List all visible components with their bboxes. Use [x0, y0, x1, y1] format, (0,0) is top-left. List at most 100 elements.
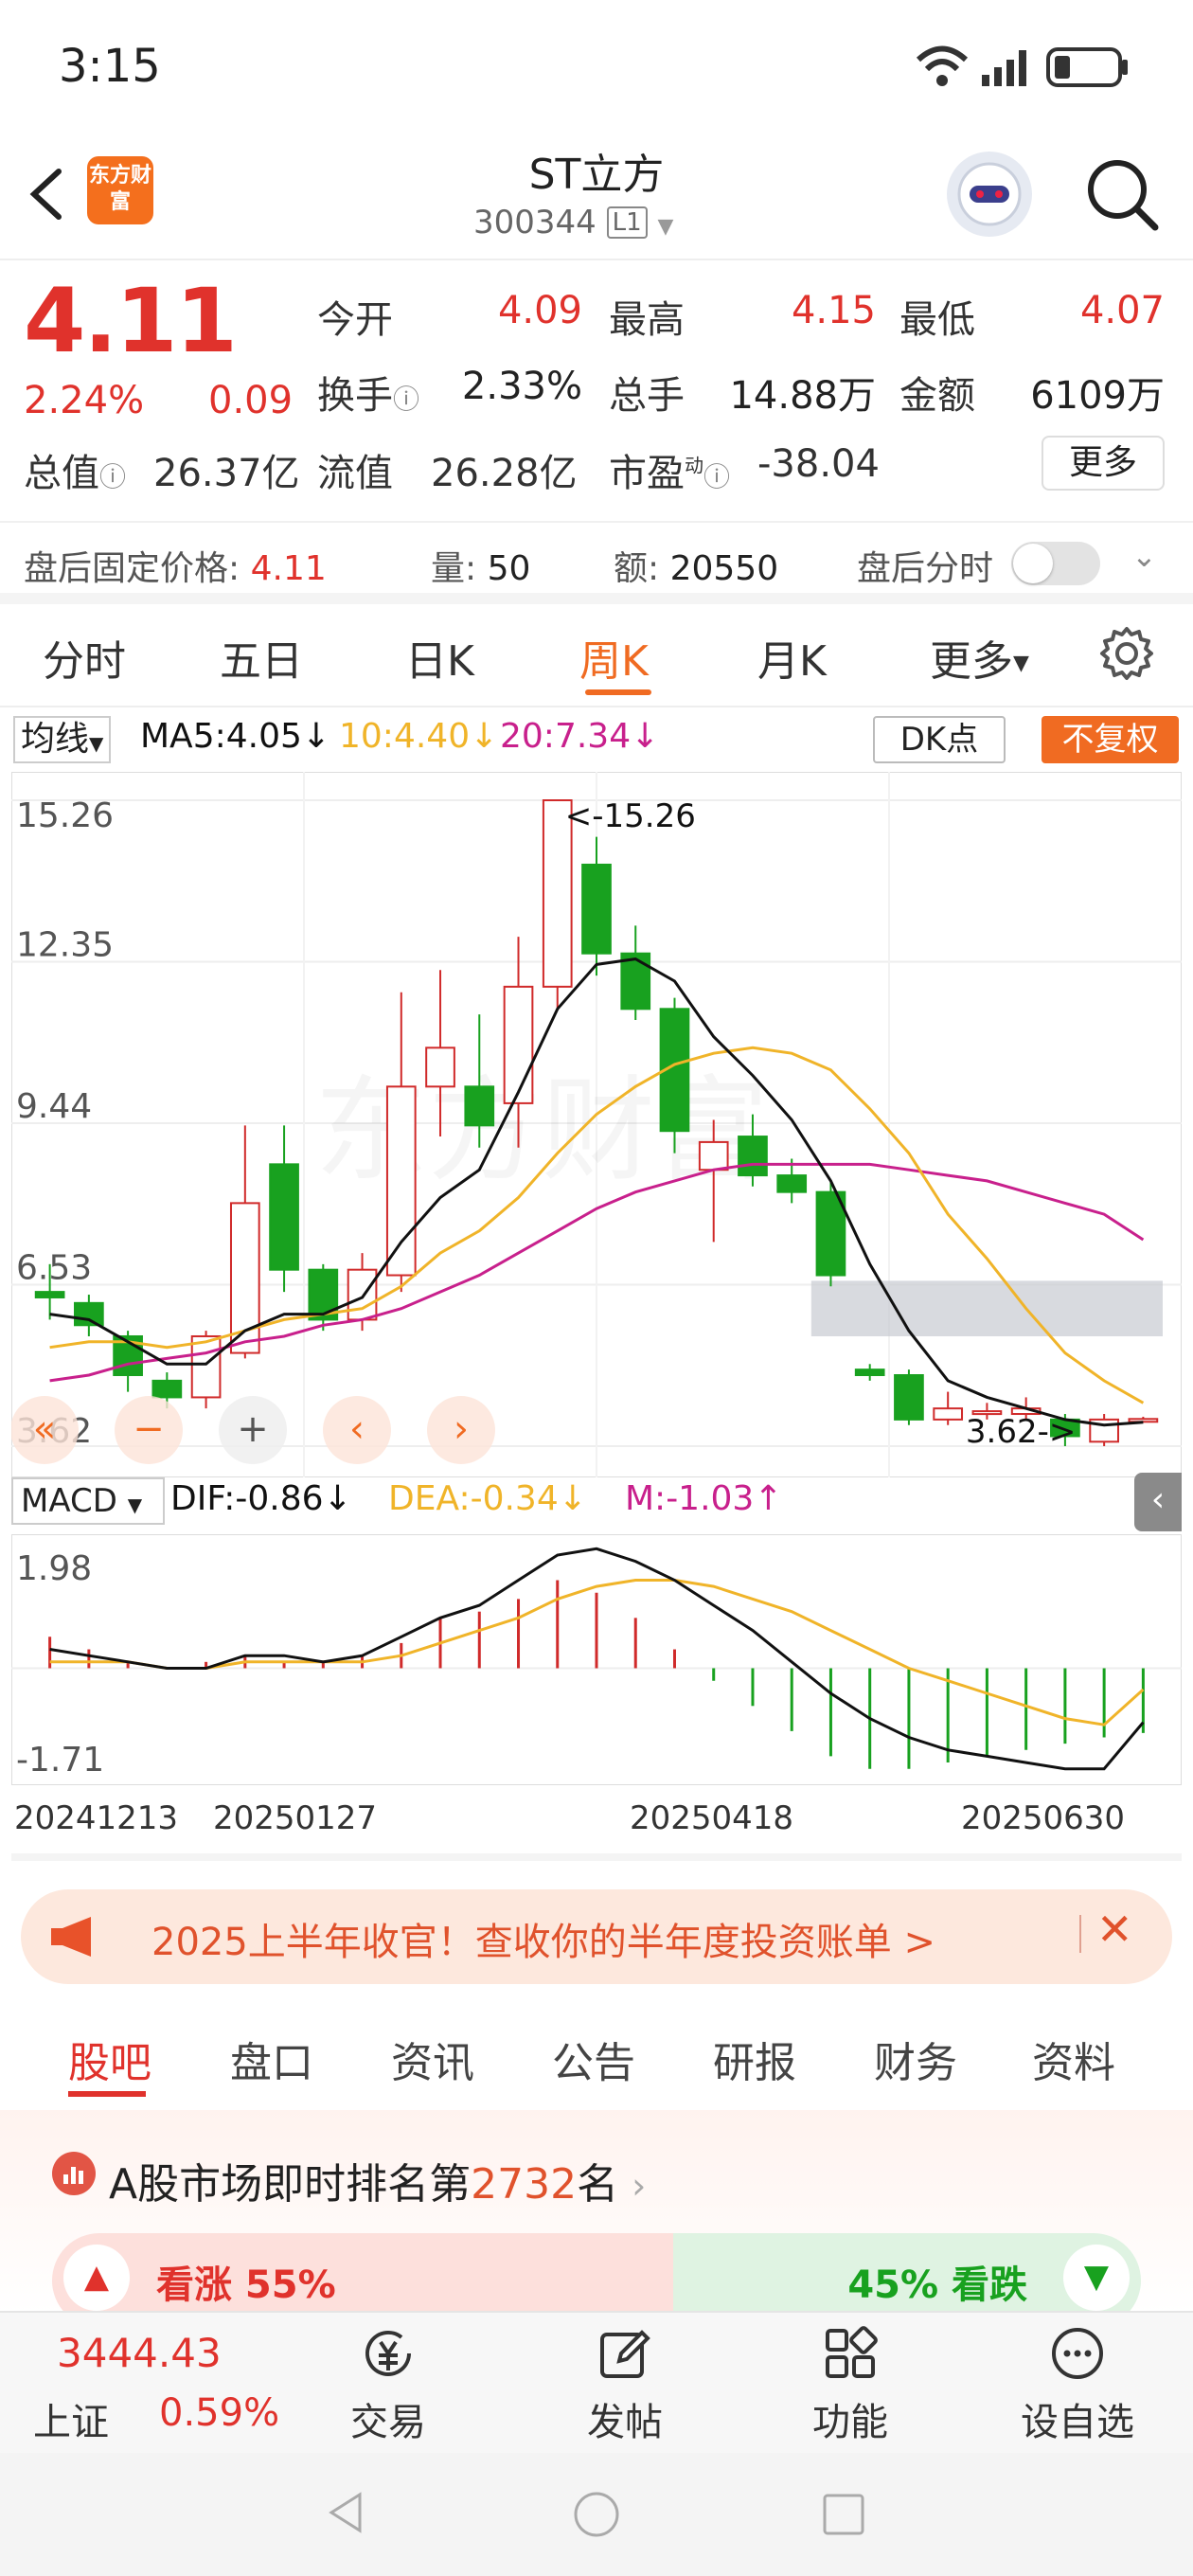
- open-value: 4.09: [497, 289, 582, 332]
- more-dots-icon[interactable]: [1049, 2325, 1106, 2382]
- tab-more-label: 更多: [930, 637, 1013, 686]
- search-icon[interactable]: [1079, 152, 1165, 237]
- system-recents-icon[interactable]: [820, 2491, 867, 2538]
- ma-selector-label: 均线: [21, 720, 90, 759]
- vote-down-button[interactable]: ▼: [1063, 2245, 1130, 2311]
- divider: [0, 706, 1193, 707]
- tab-day-k[interactable]: 日K: [405, 627, 474, 688]
- chart-overlay-button[interactable]: ›: [427, 1396, 495, 1464]
- kline-chart[interactable]: 东方财富 15.2612.359.446.533.62 <-15.26 3.62…: [11, 772, 1182, 1477]
- functions-grid-icon[interactable]: [822, 2325, 879, 2382]
- info-icon: ⓘ: [99, 461, 127, 492]
- more-button[interactable]: 更多: [1042, 436, 1165, 491]
- after-hours-toggle[interactable]: [1011, 542, 1100, 585]
- tab-timeshare[interactable]: 分时: [43, 627, 126, 688]
- dropdown-triangle-icon: ▼: [89, 732, 104, 755]
- tab-forum[interactable]: 股吧: [68, 2029, 151, 2089]
- index-name[interactable]: 上证: [33, 2391, 109, 2446]
- chevron-down-icon[interactable]: ⌄: [1131, 538, 1157, 574]
- nav-functions[interactable]: 功能: [793, 2391, 907, 2446]
- after-hours-amount: 额: 20550: [614, 541, 778, 590]
- macd-y-max: 1.98: [16, 1549, 92, 1588]
- ma-selector[interactable]: 均线▼: [13, 716, 112, 763]
- after-hours-volume: 量: 50: [431, 541, 530, 590]
- chart-overlay-button[interactable]: +: [219, 1396, 287, 1464]
- vote-down-label: 45% 看跌: [847, 2263, 1027, 2307]
- change-amount: 0.09: [208, 379, 294, 422]
- float-value: 26.28亿: [431, 452, 578, 495]
- collapse-panel-button[interactable]: ‹: [1134, 1473, 1182, 1531]
- settings-gear-icon[interactable]: [1098, 625, 1155, 682]
- high-label: 最高: [609, 298, 685, 342]
- tab-news[interactable]: 资讯: [391, 2029, 474, 2089]
- market-level-badge: L1: [606, 206, 648, 239]
- tab-profile[interactable]: 资料: [1032, 2029, 1115, 2089]
- close-icon[interactable]: ✕: [1096, 1904, 1133, 1955]
- index-value[interactable]: 3444.43: [57, 2330, 222, 2376]
- total-value: 26.37亿: [153, 452, 300, 495]
- macd-selector[interactable]: MACD ▼: [11, 1477, 165, 1525]
- system-home-icon[interactable]: [571, 2489, 622, 2540]
- rank-chart-icon: [52, 2152, 96, 2195]
- ma5-legend: MA5:4.05↓: [140, 717, 331, 756]
- candle-up: [698, 1140, 729, 1172]
- open-label: 今开: [317, 298, 393, 342]
- dk-point-button[interactable]: DK点: [873, 716, 1006, 763]
- x-label-1: 20241213: [14, 1799, 179, 1837]
- back-arrow-icon[interactable]: [21, 166, 78, 223]
- after-hours-amt-value: 20550: [669, 549, 779, 588]
- y-tick-label: 12.35: [16, 926, 114, 965]
- tab-finance[interactable]: 财务: [874, 2029, 957, 2089]
- low-label: 最低: [899, 298, 975, 342]
- rank-suffix: 名: [577, 2160, 619, 2209]
- candle-up: [190, 1334, 222, 1399]
- app-logo[interactable]: 东方财富: [87, 156, 153, 224]
- ma20-legend: 20:7.34↓: [500, 717, 660, 756]
- candle-up: [347, 1268, 378, 1321]
- dif-legend: DIF:-0.86↓: [170, 1479, 352, 1518]
- overlay-button-label: ›: [454, 1407, 469, 1451]
- after-hours-price-value: 4.11: [250, 549, 327, 588]
- candle-down: [854, 1368, 885, 1377]
- chart-overlay-button[interactable]: ‹: [323, 1396, 391, 1464]
- assistant-robot-avatar[interactable]: [947, 152, 1032, 237]
- stock-code[interactable]: 300344 L1 ▼: [473, 204, 673, 242]
- macd-chart[interactable]: 1.98 -1.71: [11, 1534, 1182, 1785]
- trade-yen-icon[interactable]: [360, 2325, 417, 2382]
- pe-label[interactable]: 市盈动ⓘ: [609, 442, 730, 497]
- tab-order-book[interactable]: 盘口: [230, 2029, 313, 2089]
- candle-down: [34, 1291, 65, 1298]
- macd-selector-label: MACD: [21, 1482, 117, 1520]
- system-back-icon[interactable]: [322, 2489, 369, 2536]
- status-time: 3:15: [59, 40, 161, 93]
- tab-more[interactable]: 更多▼: [930, 627, 1029, 688]
- index-change[interactable]: 0.59%: [159, 2391, 279, 2435]
- nav-trade[interactable]: 交易: [341, 2391, 436, 2446]
- nav-post[interactable]: 发帖: [568, 2391, 682, 2446]
- divider: [1079, 1915, 1081, 1953]
- y-tick-label: 6.53: [16, 1249, 92, 1288]
- overlay-button-label: −: [133, 1407, 165, 1451]
- chart-overlay-button[interactable]: −: [115, 1396, 183, 1464]
- nav-add-watchlist[interactable]: 设自选: [1011, 2391, 1144, 2446]
- info-icon: ⓘ: [393, 384, 420, 415]
- promo-banner-text[interactable]: 2025上半年收官！查收你的半年度投资账单 >: [151, 1911, 935, 1966]
- after-hours-price: 盘后固定价格: 4.11: [24, 541, 327, 590]
- tab-research[interactable]: 研报: [713, 2029, 796, 2089]
- market-rank[interactable]: A股市场即时排名第2732名 ›: [109, 2150, 646, 2210]
- no-adjust-button[interactable]: 不复权: [1042, 716, 1179, 763]
- triangle-up-icon: ▲: [83, 2258, 110, 2296]
- compose-post-icon[interactable]: [596, 2325, 653, 2382]
- turnover-label[interactable]: 换手ⓘ: [317, 365, 419, 420]
- vote-up-button[interactable]: ▲: [63, 2245, 130, 2311]
- rank-number: 2732: [471, 2160, 578, 2209]
- tab-month-k[interactable]: 月K: [757, 627, 827, 688]
- overlay-button-label: «: [33, 1407, 56, 1451]
- chart-overlay-button[interactable]: «: [11, 1396, 79, 1464]
- tab-five-day[interactable]: 五日: [220, 627, 303, 688]
- tab-week-k[interactable]: 周K: [579, 627, 649, 688]
- amount-label: 金额: [899, 374, 975, 418]
- tab-announcements[interactable]: 公告: [552, 2029, 635, 2089]
- total-value-label[interactable]: 总值ⓘ: [24, 442, 126, 497]
- pe-label-text: 市盈: [609, 452, 685, 495]
